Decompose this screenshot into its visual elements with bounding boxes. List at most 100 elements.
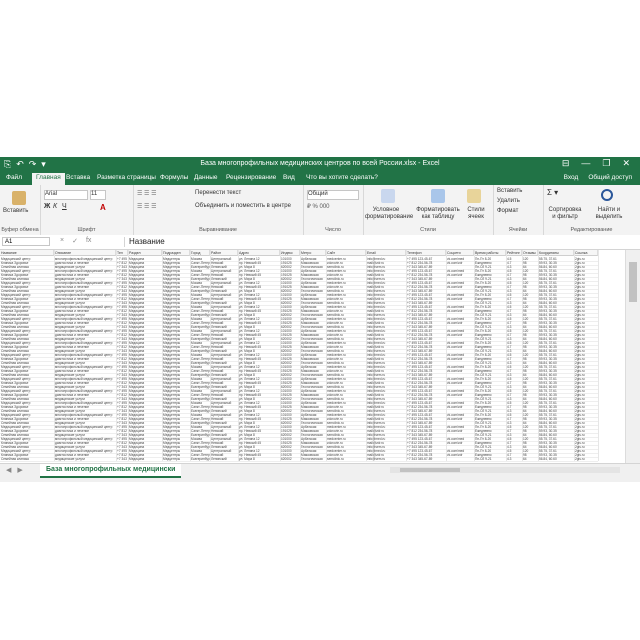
tab-review[interactable]: Рецензирование bbox=[226, 174, 276, 181]
table-cell[interactable]: vk.com/zdr bbox=[446, 321, 474, 325]
merge-center-button[interactable]: Объединить и поместить в центре bbox=[195, 203, 291, 209]
bold-button[interactable]: Ж bbox=[44, 203, 50, 210]
vertical-scroll-thumb[interactable] bbox=[629, 262, 637, 302]
table-cell[interactable]: vk.com/zdr bbox=[446, 345, 474, 349]
prev-sheet-icon[interactable]: ◀ bbox=[6, 466, 11, 474]
find-icon[interactable] bbox=[601, 189, 613, 201]
font-size-select[interactable]: 11 bbox=[90, 190, 106, 200]
formula-input[interactable]: Название bbox=[124, 237, 639, 247]
column-header[interactable]: Адрес bbox=[238, 250, 280, 256]
delete-cells-button[interactable]: Удалить bbox=[497, 198, 520, 204]
sheet-tab[interactable]: База многопрофильных медицински bbox=[40, 464, 182, 478]
sort-filter-button[interactable]: Сортировка и фильтр bbox=[547, 207, 583, 221]
table-cell[interactable]: Ленинский bbox=[210, 457, 238, 461]
column-header[interactable]: Время работы bbox=[474, 250, 506, 256]
format-table-icon[interactable] bbox=[431, 189, 445, 203]
table-cell[interactable]: 2gis.ru bbox=[574, 457, 598, 461]
column-header[interactable]: Район bbox=[210, 250, 238, 256]
table-cell[interactable]: vk.com/zdr bbox=[446, 429, 474, 433]
tab-formulas[interactable]: Формулы bbox=[160, 174, 188, 181]
italic-button[interactable]: К bbox=[53, 203, 57, 210]
column-header[interactable]: Метро bbox=[300, 250, 326, 256]
column-header[interactable]: Отзывы bbox=[522, 250, 538, 256]
table-cell[interactable]: медицинские услуги bbox=[54, 457, 116, 461]
column-header[interactable]: Телефон bbox=[406, 250, 446, 256]
insert-cells-button[interactable]: Вставить bbox=[497, 188, 522, 194]
tab-page-layout[interactable]: Разметка страницы bbox=[97, 174, 156, 181]
wrap-text-button[interactable]: Перенести текст bbox=[195, 190, 241, 196]
column-header[interactable]: Индекс bbox=[280, 250, 300, 256]
table-cell[interactable]: vk.com/zdr bbox=[446, 357, 474, 361]
table-cell[interactable]: semclinic.ru bbox=[326, 457, 366, 461]
table-cell[interactable]: 4.3 bbox=[506, 457, 522, 461]
number-format-select[interactable]: Общий bbox=[307, 190, 359, 200]
column-header[interactable]: Рейтинг bbox=[506, 250, 522, 256]
minimize-icon[interactable]: — bbox=[581, 158, 590, 169]
horizontal-scrollbar[interactable] bbox=[390, 467, 620, 473]
table-cell[interactable]: vk.com/zdr bbox=[446, 309, 474, 313]
table-cell[interactable]: Медцентры bbox=[162, 457, 190, 461]
table-cell[interactable]: +7 343 bbox=[116, 457, 128, 461]
column-header[interactable]: Сайт bbox=[326, 250, 366, 256]
conditional-format-icon[interactable] bbox=[381, 189, 395, 203]
table-cell[interactable]: vk.com/zdr bbox=[446, 381, 474, 385]
table-cell[interactable]: vk.com/zdr bbox=[446, 285, 474, 289]
column-header[interactable]: Email bbox=[366, 250, 406, 256]
column-header[interactable]: Описание bbox=[54, 250, 116, 256]
font-name-select[interactable]: Arial bbox=[44, 190, 88, 200]
column-header[interactable]: Название bbox=[0, 250, 54, 256]
redo-icon[interactable]: ↷ bbox=[29, 159, 37, 170]
undo-icon[interactable]: ↶ bbox=[16, 159, 24, 170]
table-cell[interactable]: info@sem.ru bbox=[366, 457, 406, 461]
horizontal-scroll-thumb[interactable] bbox=[400, 468, 460, 472]
format-cells-button[interactable]: Формат bbox=[497, 208, 518, 214]
name-box[interactable]: A1 bbox=[2, 237, 50, 246]
column-header[interactable]: Город bbox=[190, 250, 210, 256]
column-header[interactable]: Подраздел bbox=[162, 250, 190, 256]
table-cell[interactable]: vk.com/zdr bbox=[446, 453, 474, 457]
table-cell[interactable]: ул. Мира 8 bbox=[238, 457, 280, 461]
align-left-icon[interactable]: ☰ ☰ ☰ bbox=[137, 203, 156, 210]
close-icon[interactable]: ✕ bbox=[622, 158, 630, 169]
underline-button[interactable]: Ч bbox=[62, 203, 67, 210]
column-header[interactable]: Ссылка bbox=[574, 250, 598, 256]
table-cell[interactable]: vk.com/zdr bbox=[446, 297, 474, 301]
currency-percent-icons[interactable]: ₽ % 000 bbox=[307, 203, 330, 210]
cancel-icon[interactable]: × bbox=[60, 237, 64, 245]
table-cell[interactable]: Пн-Сб 9-21 bbox=[474, 457, 506, 461]
column-header[interactable]: Координаты bbox=[538, 250, 574, 256]
sheet-nav-arrows[interactable]: ◀ ▶ bbox=[6, 466, 23, 474]
table-cell[interactable]: Геологическая bbox=[300, 457, 326, 461]
conditional-format-button[interactable]: Условное форматирование bbox=[365, 207, 413, 221]
table-cell[interactable]: +7 343 345-67-89 bbox=[406, 457, 446, 461]
restore-icon[interactable]: ❐ bbox=[602, 158, 610, 169]
table-cell[interactable]: 620002 bbox=[280, 457, 300, 461]
autosum-icon[interactable]: Σ ▾ bbox=[547, 188, 558, 197]
paste-icon[interactable] bbox=[12, 191, 26, 205]
vertical-scrollbar[interactable] bbox=[625, 250, 640, 463]
spreadsheet-grid[interactable]: Название Описание Тел Раздел Подраздел Город Р… bbox=[0, 250, 626, 463]
column-header[interactable]: Тел bbox=[116, 250, 128, 256]
tab-home[interactable]: Главная bbox=[32, 173, 65, 185]
cell-styles-icon[interactable] bbox=[467, 189, 481, 203]
font-color-icon[interactable]: A bbox=[100, 203, 106, 212]
format-as-table-button[interactable]: Форматировать как таблицу bbox=[415, 207, 461, 221]
table-cell[interactable]: vk.com/zdr bbox=[446, 273, 474, 277]
insert-function-icon[interactable]: fx bbox=[86, 237, 91, 245]
table-cell[interactable]: vk.com/zdr bbox=[446, 441, 474, 445]
tab-insert[interactable]: Вставка bbox=[66, 174, 90, 181]
table-cell[interactable]: vk.com/zdr bbox=[446, 369, 474, 373]
tab-view[interactable]: Вид bbox=[283, 174, 295, 181]
customize-qat-icon[interactable]: ▾ bbox=[41, 159, 46, 170]
table-cell[interactable]: Екатеринбург bbox=[190, 457, 210, 461]
table-cell[interactable]: vk.com/zdr bbox=[446, 261, 474, 265]
table-cell[interactable]: vk.com/zdr bbox=[446, 333, 474, 337]
table-cell[interactable]: Медицина bbox=[128, 457, 162, 461]
tab-file[interactable]: Файл bbox=[6, 174, 22, 181]
table-cell[interactable]: vk.com/zdr bbox=[446, 417, 474, 421]
paste-button[interactable]: Вставить bbox=[3, 208, 28, 214]
tell-me-search[interactable]: Что вы хотите сделать? bbox=[306, 174, 378, 181]
share-button[interactable]: Общий доступ bbox=[588, 174, 632, 181]
table-cell[interactable]: 64 bbox=[522, 457, 538, 461]
table-cell[interactable]: vk.com/zdr bbox=[446, 405, 474, 409]
